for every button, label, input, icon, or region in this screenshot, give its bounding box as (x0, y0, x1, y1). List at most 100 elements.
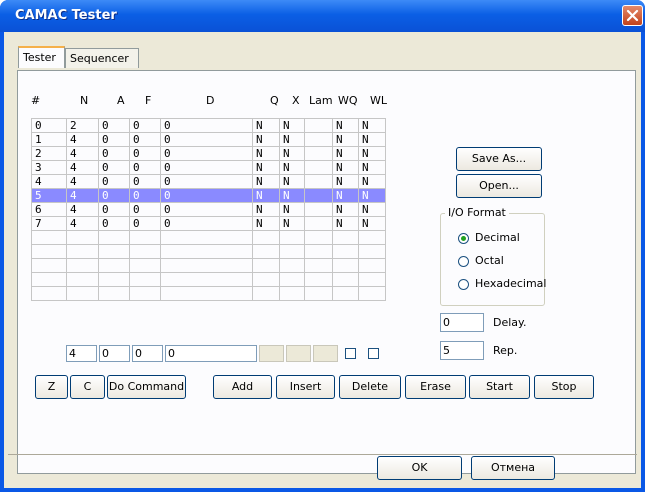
grid-cell-idx[interactable]: 7 (31, 216, 67, 231)
grid-cell-lam[interactable] (304, 188, 333, 203)
grid-cell-empty[interactable] (358, 258, 386, 273)
grid-cell-n[interactable]: 4 (66, 188, 99, 203)
grid-cell-empty[interactable] (332, 286, 359, 301)
grid-cell-idx[interactable]: 3 (31, 160, 67, 175)
f-input[interactable]: 0 (132, 345, 163, 362)
grid-cell-f[interactable]: 0 (129, 132, 161, 147)
radio-octal[interactable] (458, 256, 469, 267)
grid-cell-empty[interactable] (129, 230, 161, 245)
table-row-empty[interactable] (31, 272, 386, 287)
radio-hexadecimal-label[interactable]: Hexadecimal (475, 277, 546, 290)
grid-cell-q[interactable]: N (252, 118, 280, 133)
grid-cell-empty[interactable] (129, 272, 161, 287)
grid-cell-d[interactable]: 0 (160, 174, 253, 189)
grid-cell-n[interactable]: 4 (66, 160, 99, 175)
grid-cell-x[interactable]: N (279, 160, 305, 175)
grid-cell-wl[interactable]: N (358, 146, 386, 161)
grid-cell-idx[interactable]: 6 (31, 202, 67, 217)
grid-cell-empty[interactable] (160, 230, 253, 245)
wq-checkbox[interactable] (345, 348, 356, 359)
grid-cell-wq[interactable]: N (332, 202, 359, 217)
c-button[interactable]: C (70, 375, 105, 399)
grid-cell-q[interactable]: N (252, 132, 280, 147)
grid-cell-empty[interactable] (98, 230, 130, 245)
grid-cell-wq[interactable]: N (332, 160, 359, 175)
grid-cell-d[interactable]: 0 (160, 118, 253, 133)
command-grid[interactable]: 02000NNNN14000NNNN24000NNNN34000NNNN4400… (31, 118, 386, 301)
grid-cell-wl[interactable]: N (358, 216, 386, 231)
grid-cell-d[interactable]: 0 (160, 202, 253, 217)
start-button[interactable]: Start (469, 375, 530, 399)
grid-cell-x[interactable]: N (279, 202, 305, 217)
grid-cell-empty[interactable] (252, 230, 280, 245)
stop-button[interactable]: Stop (534, 375, 594, 399)
grid-cell-f[interactable]: 0 (129, 174, 161, 189)
grid-cell-empty[interactable] (160, 258, 253, 273)
close-button[interactable] (622, 5, 643, 26)
grid-cell-x[interactable]: N (279, 188, 305, 203)
grid-cell-x[interactable]: N (279, 118, 305, 133)
grid-cell-empty[interactable] (358, 286, 386, 301)
n-input[interactable]: 4 (66, 345, 97, 362)
grid-cell-lam[interactable] (304, 132, 333, 147)
grid-cell-empty[interactable] (160, 286, 253, 301)
grid-cell-empty[interactable] (304, 272, 333, 287)
table-row[interactable]: 14000NNNN (31, 132, 386, 147)
grid-cell-empty[interactable] (98, 244, 130, 259)
grid-cell-d[interactable]: 0 (160, 216, 253, 231)
wl-checkbox[interactable] (368, 348, 379, 359)
grid-cell-wq[interactable]: N (332, 132, 359, 147)
grid-cell-empty[interactable] (66, 286, 99, 301)
radio-octal-label[interactable]: Octal (475, 254, 504, 267)
grid-cell-empty[interactable] (304, 244, 333, 259)
table-row[interactable]: 34000NNNN (31, 160, 386, 175)
table-row-empty[interactable] (31, 286, 386, 301)
grid-cell-wq[interactable]: N (332, 174, 359, 189)
grid-cell-empty[interactable] (252, 272, 280, 287)
grid-cell-f[interactable]: 0 (129, 118, 161, 133)
grid-cell-empty[interactable] (160, 272, 253, 287)
grid-cell-a[interactable]: 0 (98, 202, 130, 217)
grid-cell-empty[interactable] (31, 230, 67, 245)
grid-cell-n[interactable]: 4 (66, 146, 99, 161)
radio-hexadecimal[interactable] (458, 279, 469, 290)
grid-cell-n[interactable]: 4 (66, 174, 99, 189)
ok-button[interactable]: OK (377, 456, 462, 480)
grid-cell-empty[interactable] (66, 230, 99, 245)
d-input[interactable]: 0 (165, 345, 257, 362)
table-row[interactable]: 44000NNNN (31, 174, 386, 189)
grid-cell-lam[interactable] (304, 160, 333, 175)
table-row[interactable]: 24000NNNN (31, 146, 386, 161)
grid-cell-wq[interactable]: N (332, 146, 359, 161)
table-row[interactable]: 54000NNNN (31, 188, 386, 203)
tab-sequencer[interactable]: Sequencer (65, 48, 139, 68)
grid-cell-a[interactable]: 0 (98, 118, 130, 133)
grid-cell-empty[interactable] (98, 286, 130, 301)
grid-cell-empty[interactable] (129, 244, 161, 259)
grid-cell-empty[interactable] (304, 230, 333, 245)
grid-cell-n[interactable]: 4 (66, 202, 99, 217)
grid-cell-wl[interactable]: N (358, 174, 386, 189)
grid-cell-wq[interactable]: N (332, 118, 359, 133)
grid-cell-empty[interactable] (129, 286, 161, 301)
table-row-empty[interactable] (31, 244, 386, 259)
rep-input[interactable]: 5 (440, 341, 484, 360)
grid-cell-empty[interactable] (31, 258, 67, 273)
delay-input[interactable]: 0 (440, 313, 484, 332)
grid-cell-empty[interactable] (358, 244, 386, 259)
grid-cell-wq[interactable]: N (332, 216, 359, 231)
grid-cell-empty[interactable] (98, 258, 130, 273)
table-row-empty[interactable] (31, 258, 386, 273)
grid-cell-f[interactable]: 0 (129, 160, 161, 175)
grid-cell-empty[interactable] (98, 272, 130, 287)
grid-cell-idx[interactable]: 0 (31, 118, 67, 133)
grid-cell-empty[interactable] (252, 258, 280, 273)
grid-cell-wl[interactable]: N (358, 188, 386, 203)
cancel-button[interactable]: Отмена (471, 456, 555, 480)
grid-cell-a[interactable]: 0 (98, 216, 130, 231)
grid-cell-empty[interactable] (279, 286, 305, 301)
insert-button[interactable]: Insert (276, 375, 335, 399)
grid-cell-empty[interactable] (332, 258, 359, 273)
add-button[interactable]: Add (213, 375, 272, 399)
grid-cell-q[interactable]: N (252, 146, 280, 161)
